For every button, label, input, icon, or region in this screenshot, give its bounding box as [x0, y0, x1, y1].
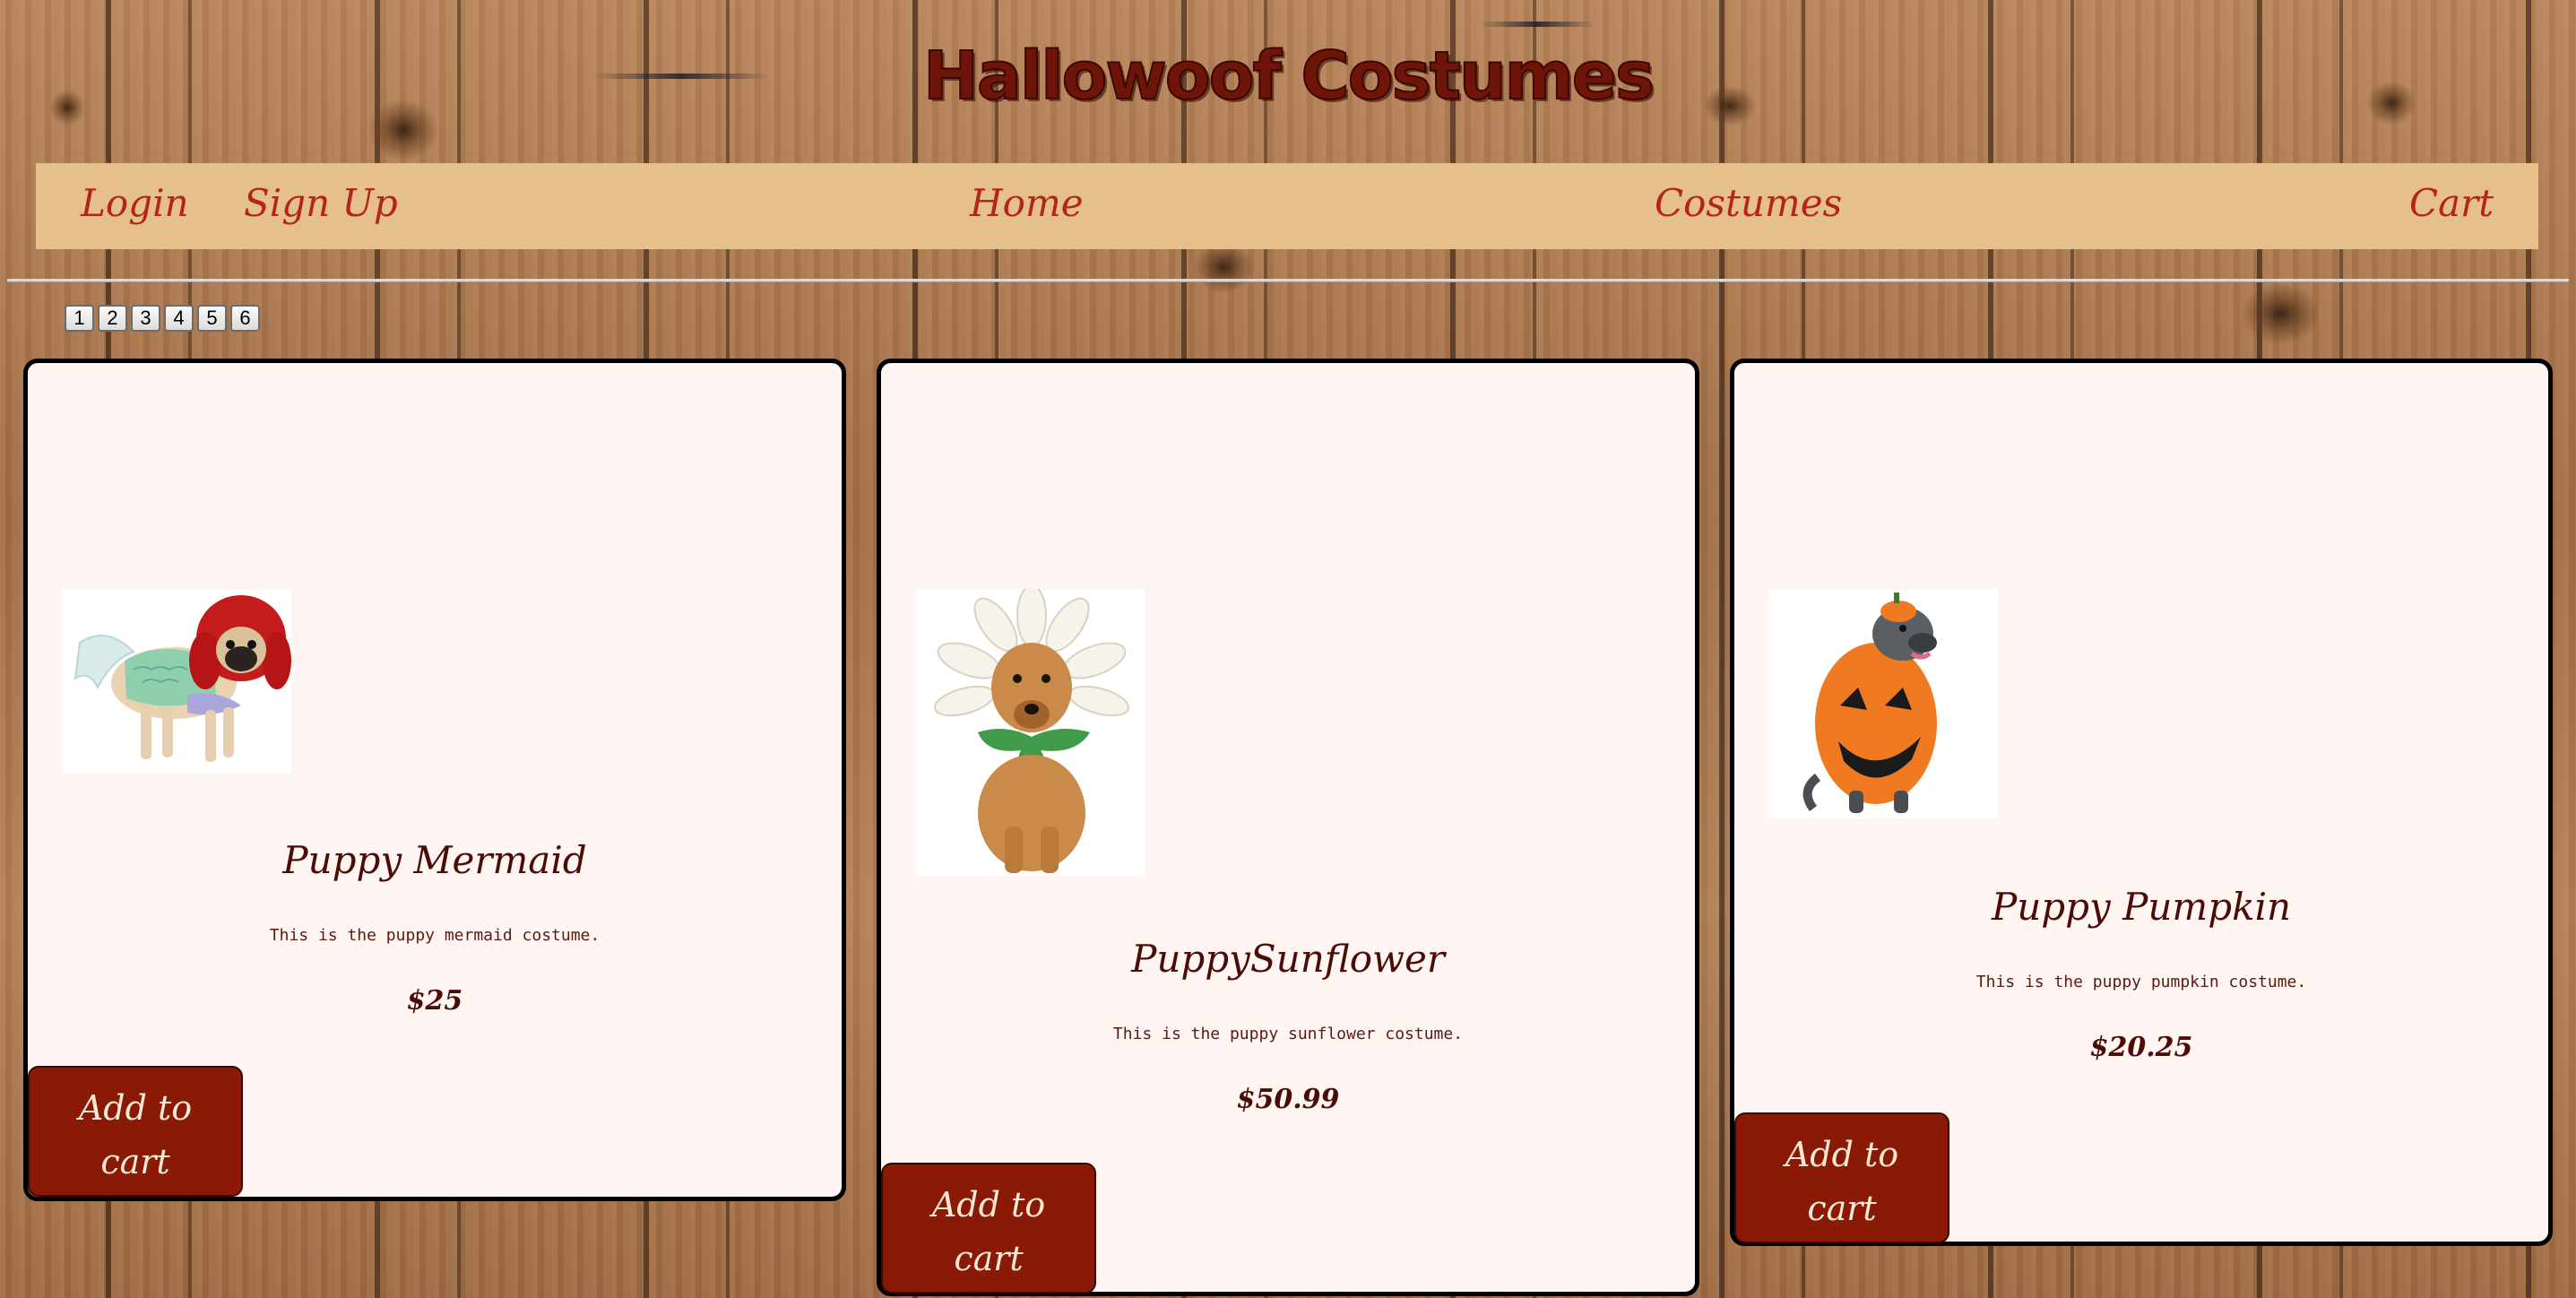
nav-home-link[interactable]: Home — [970, 181, 1084, 225]
product-price: $50.99 — [1236, 1084, 1340, 1115]
pug-mermaid-illustration — [73, 595, 291, 762]
add-to-cart-button[interactable]: Add to cart — [881, 1163, 1096, 1294]
dog-sunflower-illustration — [933, 589, 1130, 873]
product-description: This is the puppy pumpkin costume. — [1975, 973, 2307, 991]
header-divider — [7, 279, 2569, 282]
product-title: PuppySunflower — [1131, 937, 1445, 981]
product-description: This is the puppy mermaid costume. — [269, 926, 601, 945]
site-title: Hallowoof Costumes — [922, 37, 1655, 116]
nav-costumes-link[interactable]: Costumes — [1655, 181, 1842, 225]
nav-login-link[interactable]: Login — [81, 181, 189, 225]
product-card-mermaid: Puppy Mermaid This is the puppy mermaid … — [23, 359, 846, 1201]
product-description: This is the puppy sunflower costume. — [1112, 1025, 1464, 1043]
nav-signup-link[interactable]: Sign Up — [244, 181, 398, 225]
pagination: 1 2 3 4 5 6 — [65, 305, 260, 332]
product-image-mermaid — [62, 589, 291, 774]
product-card-sunflower: PuppySunflower This is the puppy sunflow… — [877, 359, 1699, 1296]
page-button-3[interactable]: 3 — [131, 305, 160, 332]
product-price: $25 — [406, 985, 463, 1017]
product-card-pumpkin: Puppy Pumpkin This is the puppy pumpkin … — [1730, 359, 2553, 1246]
page-button-4[interactable]: 4 — [164, 305, 194, 332]
product-image-pumpkin — [1768, 589, 1998, 818]
page-button-1[interactable]: 1 — [65, 305, 94, 332]
nav-cart-link[interactable]: Cart — [2409, 181, 2494, 225]
wood-crack — [1479, 22, 1595, 27]
product-title: Puppy Pumpkin — [1991, 885, 2292, 929]
dog-pumpkin-illustration — [1802, 593, 1937, 813]
product-price: $20.25 — [2089, 1032, 2193, 1063]
wood-knot — [2241, 282, 2321, 345]
page-button-6[interactable]: 6 — [230, 305, 260, 332]
product-title: Puppy Mermaid — [282, 838, 587, 882]
product-image-sunflower — [915, 589, 1145, 876]
add-to-cart-button[interactable]: Add to cart — [28, 1066, 243, 1197]
page-button-2[interactable]: 2 — [98, 305, 127, 332]
add-to-cart-button[interactable]: Add to cart — [1734, 1112, 1949, 1243]
main-navbar: Login Sign Up Home Costumes Cart — [36, 163, 2538, 249]
page-button-5[interactable]: 5 — [197, 305, 227, 332]
